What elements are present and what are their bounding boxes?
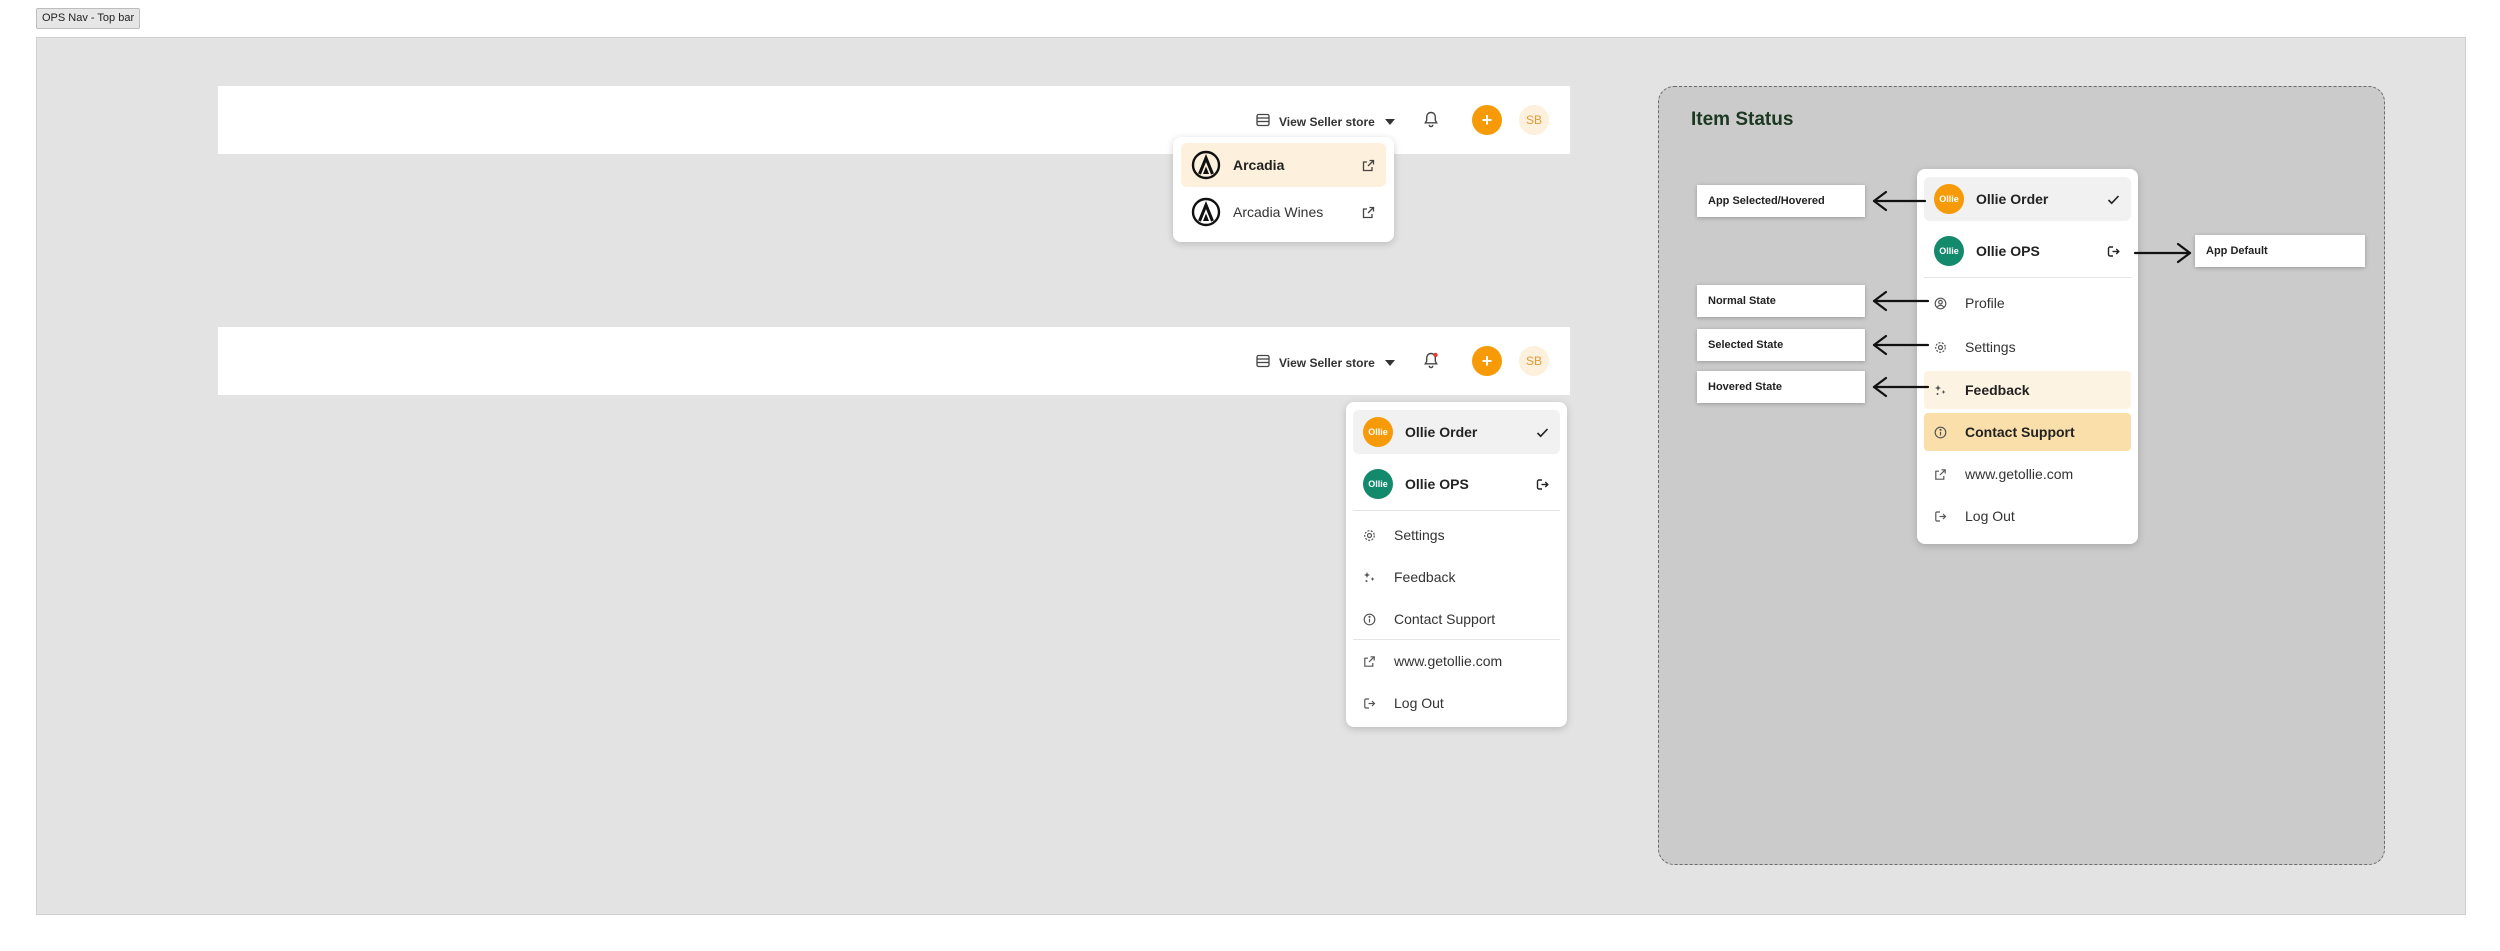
external-link-icon [1934,468,1947,481]
store-button-label: View Seller store [1279,355,1375,370]
app-name: Ollie Order [1405,424,1478,440]
annotation-app-default: App Default [2195,235,2365,267]
menu-item-label: Contact Support [1965,424,2075,440]
annotation-selected-state: Selected State [1697,329,1865,361]
menu-item-profile[interactable]: Profile [1924,284,2131,322]
app-item-ollie-ops[interactable]: Ollie Ollie OPS [1924,229,2131,273]
annotation-normal-state: Normal State [1697,285,1865,317]
menu-item-label: Contact Support [1394,611,1496,627]
divider [1353,510,1560,511]
gear-icon [1363,529,1376,542]
info-icon [1934,426,1947,439]
view-seller-store-button[interactable]: View Seller store [1255,112,1395,131]
ollie-order-logo-icon: Ollie [1363,417,1393,447]
info-icon [1363,613,1376,626]
store-item-label: Arcadia Wines [1233,204,1324,220]
store-icon [1255,112,1271,131]
avatar[interactable]: SB [1519,346,1549,376]
app-item-ollie-ops[interactable]: Ollie Ollie OPS [1353,462,1560,506]
menu-item-label: Feedback [1394,569,1456,585]
menu-item-feedback[interactable]: Feedback [1353,558,1560,596]
add-button[interactable]: + [1472,105,1502,135]
menu-item-label: www.getollie.com [1965,466,2074,482]
divider [1353,639,1560,640]
app-name: Ollie OPS [1405,476,1469,492]
view-seller-store-button[interactable]: View Seller store [1255,353,1395,372]
caret-down-icon [1384,359,1395,366]
store-dropdown: Arcadia Arcadia Wines [1173,137,1394,242]
menu-item-settings[interactable]: Settings [1353,516,1560,554]
menu-item-contact-support[interactable]: Contact Support [1353,600,1560,638]
bell-notification-icon[interactable] [1422,351,1440,369]
annotation-hovered-state: Hovered State [1697,371,1865,403]
gear-icon [1934,341,1947,354]
store-item-arcadia-wines[interactable]: Arcadia Wines [1181,190,1386,234]
external-link-icon[interactable] [1361,205,1376,220]
top-bar: View Seller store + SB [218,327,1570,395]
user-menu-states: Ollie Ollie Order Ollie Ollie OPS Profil… [1917,169,2138,544]
divider [1924,277,2131,278]
ollie-order-logo-icon: Ollie [1934,184,1964,214]
store-button-label: View Seller store [1279,114,1375,129]
panel-title: Item Status [1691,109,1794,130]
menu-item-label: Log Out [1965,508,2015,524]
menu-item-label: Log Out [1394,695,1444,711]
menu-item-website[interactable]: www.getollie.com [1353,642,1560,680]
menu-item-log-out[interactable]: Log Out [1924,497,2131,535]
menu-item-feedback[interactable]: Feedback [1924,371,2131,409]
menu-item-website[interactable]: www.getollie.com [1924,455,2131,493]
menu-item-settings[interactable]: Settings [1924,328,2131,366]
user-menu-dropdown: Ollie Ollie Order Ollie Ollie OPS Settin… [1346,402,1567,727]
caret-down-icon [1384,118,1395,125]
app-name: Ollie Order [1976,191,2049,207]
external-link-icon [1363,655,1376,668]
arcadia-logo-icon [1191,150,1221,180]
frame-label: OPS Nav - Top bar [36,8,141,29]
sparkle-icon [1934,384,1947,397]
app-item-ollie-order[interactable]: Ollie Ollie Order [1924,177,2131,221]
check-icon [1535,425,1550,440]
switch-app-icon[interactable] [1535,477,1550,492]
menu-item-label: Settings [1394,527,1445,543]
arcadia-logo-icon [1191,197,1221,227]
avatar[interactable]: SB [1519,105,1549,135]
menu-item-label: www.getollie.com [1394,653,1503,669]
ollie-ops-logo-icon: Ollie [1934,236,1964,266]
external-link-icon[interactable] [1361,158,1376,173]
store-item-arcadia[interactable]: Arcadia [1181,143,1386,187]
add-button[interactable]: + [1472,346,1502,376]
ollie-ops-logo-icon: Ollie [1363,469,1393,499]
menu-item-label: Settings [1965,339,2016,355]
menu-item-contact-support[interactable]: Contact Support [1924,413,2131,451]
app-item-ollie-order[interactable]: Ollie Ollie Order [1353,410,1560,454]
menu-item-label: Feedback [1965,382,2030,398]
check-icon [2106,192,2121,207]
item-status-panel: Item Status Ollie Ollie Order Ollie Olli… [1658,86,2385,865]
annotation-app-selected: App Selected/Hovered [1697,185,1865,217]
user-circle-icon [1934,297,1947,310]
app-name: Ollie OPS [1976,243,2040,259]
store-icon [1255,353,1271,372]
store-item-label: Arcadia [1233,157,1285,173]
sparkle-icon [1363,571,1376,584]
menu-item-log-out[interactable]: Log Out [1353,684,1560,722]
menu-item-label: Profile [1965,295,2005,311]
switch-app-icon[interactable] [2106,244,2121,259]
bell-icon[interactable] [1422,110,1440,128]
log-out-icon [1363,697,1376,710]
log-out-icon [1934,510,1947,523]
